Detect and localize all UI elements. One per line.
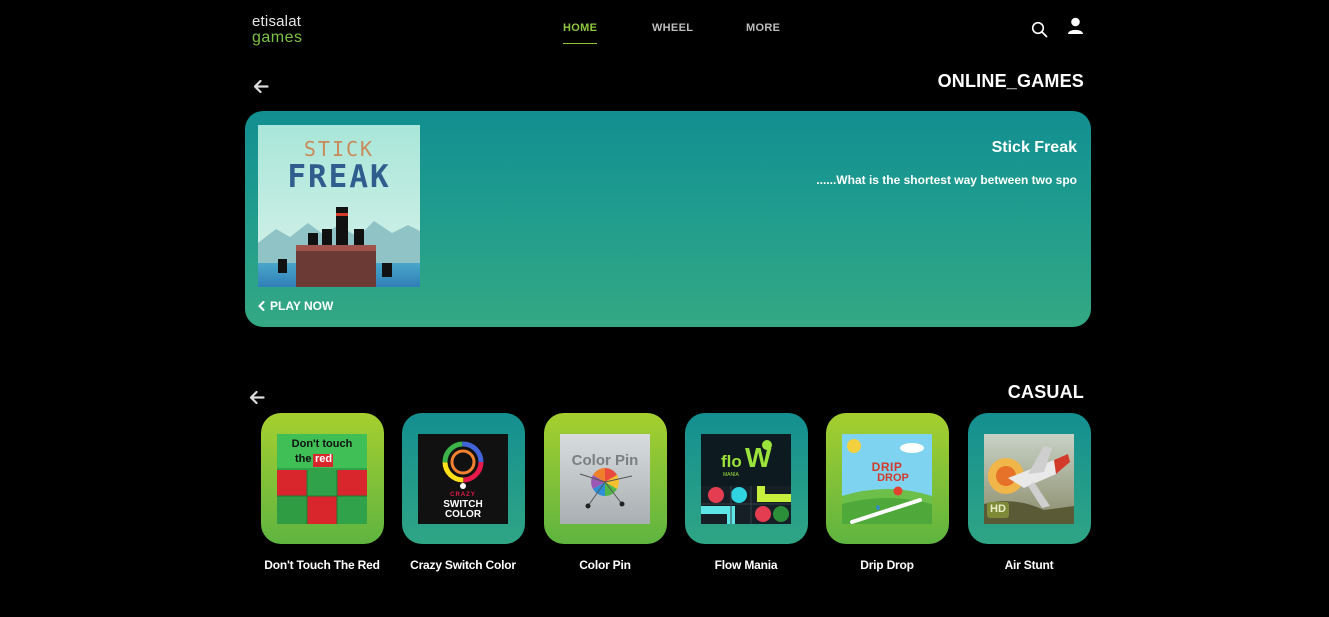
online-games-back-arrow-icon[interactable] — [253, 79, 269, 99]
drip-drop-thumbnail: DRIP DROP — [842, 434, 932, 524]
game-card-crazy-switch-color[interactable]: CRAZY SWITCH COLOR — [402, 413, 525, 544]
game-label-flow-mania[interactable]: Flow Mania — [676, 558, 816, 572]
game-card-air-stunt[interactable]: HD — [968, 413, 1091, 544]
nav-more[interactable]: MORE — [746, 22, 780, 34]
casual-back-arrow-icon[interactable] — [249, 390, 265, 410]
game-card-dont-touch-the-red[interactable]: Don't touch the red — [261, 413, 384, 544]
main-nav: HOME WHEEL MORE — [0, 22, 1329, 52]
play-now-button[interactable]: PLAY NOW — [258, 299, 333, 313]
user-icon[interactable] — [1067, 17, 1084, 41]
featured-game-banner[interactable]: STICK FREAK Stick Freak ......What is th… — [245, 111, 1091, 327]
thumb-text-line1: CRAZY — [450, 492, 476, 498]
thumb-text-line1: Color Pin — [571, 452, 639, 469]
featured-game-description: ......What is the shortest way between t… — [816, 173, 1077, 187]
thumb-text-line3: COLOR — [444, 509, 482, 520]
thumb-text-line2: the — [295, 453, 312, 465]
stick-freak-thumbnail[interactable]: STICK FREAK — [258, 125, 420, 287]
crazy-switch-color-thumbnail: CRAZY SWITCH COLOR — [418, 434, 508, 524]
game-card-color-pin[interactable]: Color Pin — [544, 413, 667, 544]
thumb-text-line1: flo — [721, 452, 742, 471]
thumb-title-bottom: FREAK — [287, 159, 391, 195]
game-label-drip-drop[interactable]: Drip Drop — [817, 558, 957, 572]
nav-wheel[interactable]: WHEEL — [652, 22, 693, 34]
game-label-air-stunt[interactable]: Air Stunt — [959, 558, 1099, 572]
dont-touch-the-red-thumbnail: Don't touch the red — [277, 434, 367, 524]
section-title-online-games: ONLINE_GAMES — [937, 71, 1084, 91]
air-stunt-thumbnail: HD — [984, 434, 1074, 524]
thumb-title-top: STICK — [303, 137, 375, 161]
game-card-drip-drop[interactable]: DRIP DROP — [826, 413, 949, 544]
thumb-text-line1: Don't touch — [291, 438, 353, 450]
game-label-color-pin[interactable]: Color Pin — [535, 558, 675, 572]
play-now-label: PLAY NOW — [270, 299, 334, 313]
flow-mania-thumbnail: flo W MANIA — [701, 434, 791, 524]
thumb-text-line2: W — [745, 442, 772, 473]
game-card-flow-mania[interactable]: flo W MANIA — [685, 413, 808, 544]
game-label-crazy-switch-color[interactable]: Crazy Switch Color — [393, 558, 533, 572]
color-pin-thumbnail: Color Pin — [560, 434, 650, 524]
thumb-text-line1: HD — [990, 503, 1006, 515]
nav-home[interactable]: HOME — [563, 22, 598, 44]
chevron-left-icon — [258, 301, 265, 311]
game-label-dont-touch-the-red[interactable]: Don't Touch The Red — [252, 558, 392, 572]
thumb-text-line3: MANIA — [723, 472, 739, 478]
thumb-text-line2: DROP — [877, 472, 909, 484]
featured-game-title[interactable]: Stick Freak — [992, 139, 1077, 157]
thumb-text-line3: red — [315, 453, 333, 465]
search-icon[interactable] — [1031, 21, 1048, 43]
section-title-casual: CASUAL — [1007, 382, 1084, 402]
